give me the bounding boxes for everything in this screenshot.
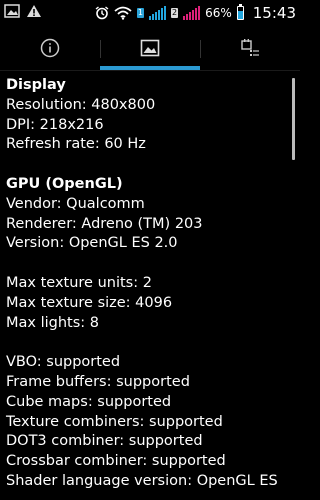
- sensors-list-icon: [241, 39, 259, 56]
- vendor-text: Vendor: Qualcomm: [6, 195, 145, 212]
- sim1-badge: 1: [136, 8, 144, 18]
- tab-bar: [0, 26, 300, 71]
- info-icon: [40, 38, 60, 58]
- scrollbar[interactable]: [292, 78, 295, 160]
- signal-icon: [183, 6, 201, 20]
- battery-percent: 66%: [205, 6, 232, 20]
- dot3-combiner-text: DOT3 combiner: supported: [6, 433, 203, 450]
- wifi-icon: [114, 6, 132, 20]
- shader-language-text: Shader language version: OpenGL ES: [6, 472, 278, 489]
- version-text: Version: OpenGL ES 2.0: [6, 235, 178, 252]
- cube-maps-text: Cube maps: supported: [6, 393, 172, 410]
- dpi-text: DPI: 218x216: [6, 116, 104, 133]
- max-texture-size-text: Max texture size: 4096: [6, 294, 173, 311]
- tab-sensors[interactable]: [200, 26, 300, 70]
- crossbar-combiner-text: Crossbar combiner: supported: [6, 453, 226, 470]
- image-icon: [140, 39, 160, 57]
- photo-icon: [4, 4, 20, 18]
- battery-icon: [236, 4, 244, 20]
- vbo-text: VBO: supported: [6, 354, 121, 371]
- sim2-badge: 2: [171, 8, 179, 18]
- renderer-text: Renderer: Adreno (TM) 203: [6, 215, 203, 232]
- resolution-text: Resolution: 480x800: [6, 96, 156, 113]
- max-lights-text: Max lights: 8: [6, 314, 99, 331]
- max-texture-units-text: Max texture units: 2: [6, 274, 152, 291]
- tab-display[interactable]: [100, 26, 200, 70]
- signal-icon: [149, 6, 166, 20]
- section-title-display: Display: [6, 77, 66, 93]
- status-bar: 1 2 66% 15:43: [0, 0, 300, 26]
- selected-tab-indicator: [100, 66, 200, 70]
- alarm-icon: [95, 6, 109, 20]
- section-title-gpu: GPU (OpenGL): [6, 175, 123, 192]
- battery-fill: [237, 11, 243, 19]
- clock: 15:43: [252, 4, 296, 22]
- texture-combiners-text: Texture combiners: supported: [6, 413, 223, 430]
- tab-info[interactable]: [0, 26, 100, 70]
- frame-buffers-text: Frame buffers: supported: [6, 373, 190, 390]
- info-content: Display Resolution: 480x800 DPI: 218x216…: [6, 76, 291, 492]
- refresh-rate-text: Refresh rate: 60 Hz: [6, 136, 146, 153]
- warning-icon: [27, 5, 41, 17]
